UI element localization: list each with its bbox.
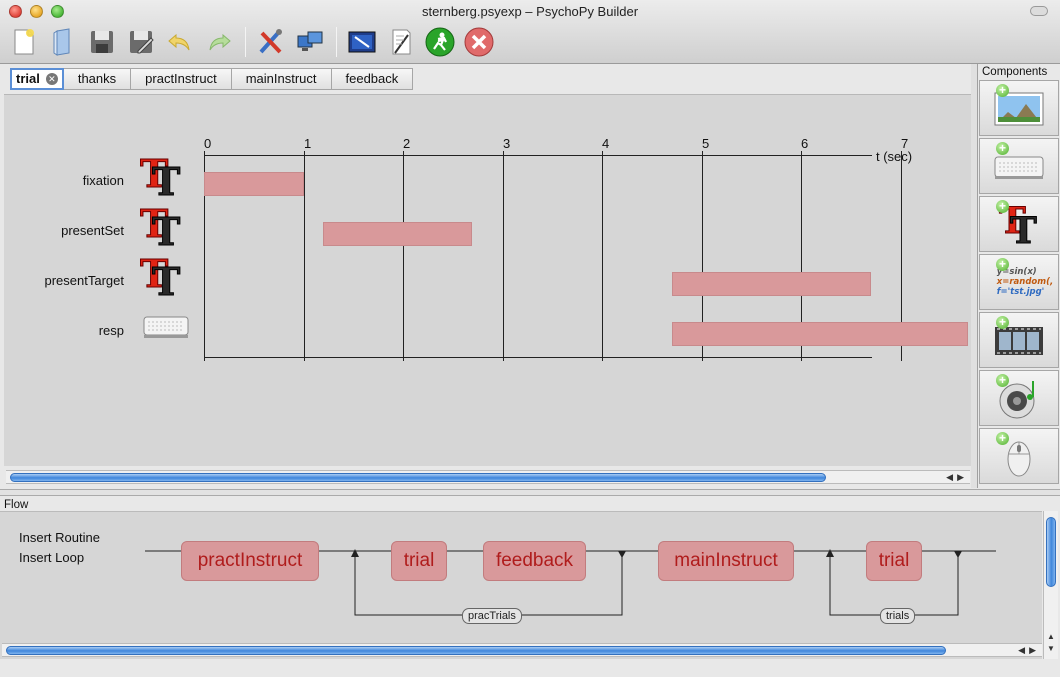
scrollbar-thumb[interactable]	[10, 473, 826, 482]
flow-horizontal-scrollbar[interactable]: ◀▶	[2, 643, 1042, 657]
component-name-resp[interactable]: resp	[4, 323, 124, 338]
loop-label-practrials[interactable]: pracTrials	[462, 608, 522, 624]
flow-routine-maininstruct[interactable]: mainInstruct	[658, 541, 794, 581]
plus-icon: +	[996, 200, 1009, 213]
tab-trial[interactable]: trial ✕	[10, 68, 64, 90]
routine-timeline[interactable]: t (sec) fixation TT presentSet TT presen…	[4, 94, 972, 466]
loop-label-trials[interactable]: trials	[880, 608, 916, 624]
svg-text:T: T	[152, 159, 180, 201]
close-tab-icon[interactable]: ✕	[45, 73, 58, 85]
add-text-component-button[interactable]: + TT	[979, 196, 1059, 252]
time-tick-label: 6	[801, 136, 809, 151]
run-icon[interactable]	[424, 26, 456, 58]
toolbar-separator	[336, 27, 337, 57]
preferences-icon[interactable]	[255, 26, 287, 58]
time-tick-label: 0	[204, 136, 212, 151]
flow-lines	[145, 549, 996, 616]
routine-editor: trial ✕ thanks practInstruct mainInstruc…	[4, 66, 972, 487]
tab-maininstruct[interactable]: mainInstruct	[231, 68, 332, 90]
plus-icon: +	[996, 84, 1009, 97]
toolbar-toggle-button[interactable]	[1030, 6, 1048, 16]
keyboard-component-icon[interactable]	[142, 311, 190, 359]
flow-vertical-scrollbar[interactable]: ▲ ▼	[1043, 511, 1058, 659]
code-line: f='tst.jpg'	[996, 287, 1045, 297]
time-grid-line	[503, 151, 504, 361]
window-chrome: sternberg.psyexp – PsychoPy Builder	[0, 0, 1060, 64]
text-component-icon[interactable]: TT	[140, 251, 188, 305]
plus-icon: +	[996, 258, 1009, 271]
flow-routine-feedback[interactable]: feedback	[483, 541, 586, 581]
components-panel-title: Components	[982, 66, 1048, 78]
add-mouse-component-button[interactable]: +	[979, 428, 1059, 484]
tab-label: trial	[16, 71, 40, 86]
tab-practinstruct[interactable]: practInstruct	[131, 68, 232, 90]
window-title: sternberg.psyexp – PsychoPy Builder	[421, 4, 639, 19]
svg-text:T: T	[152, 259, 180, 301]
time-tick-label: 2	[403, 136, 411, 151]
routine-tabs: trial ✕ thanks practInstruct mainInstruc…	[10, 68, 414, 90]
tab-feedback[interactable]: feedback	[331, 68, 414, 90]
component-bar-resp[interactable]	[672, 322, 968, 346]
component-bar-presentset[interactable]	[323, 222, 472, 246]
text-component-icon[interactable]: TT	[140, 201, 188, 255]
component-name-presenttarget[interactable]: presentTarget	[4, 273, 125, 288]
save-as-icon[interactable]	[125, 26, 157, 58]
text-component-icon[interactable]: TT	[140, 151, 188, 205]
add-image-component-button[interactable]: +	[979, 80, 1059, 136]
component-name-presentset[interactable]: presentSet	[4, 223, 124, 238]
components-panel: Components + + + TT + y=sin(x) x=random(…	[977, 64, 1060, 488]
add-code-component-button[interactable]: + y=sin(x) x=random(, f='tst.jpg'	[979, 254, 1059, 310]
pane-divider[interactable]	[0, 489, 1060, 496]
flow-canvas[interactable]: Insert Routine Insert Loop practInstruct…	[0, 511, 1042, 659]
toolbar-separator	[245, 27, 246, 57]
new-file-icon[interactable]	[8, 26, 40, 58]
svg-text:T: T	[152, 209, 180, 251]
time-grid-line	[403, 151, 404, 361]
scroll-arrows-icon[interactable]: ▲ ▼	[1047, 631, 1055, 655]
toolbar	[8, 24, 502, 60]
svg-text:T: T	[1010, 210, 1037, 247]
tab-thanks[interactable]: thanks	[63, 68, 132, 90]
flow-routine-practinstruct[interactable]: practInstruct	[181, 541, 319, 581]
time-tick-label: 4	[602, 136, 610, 151]
redo-icon[interactable]	[203, 26, 235, 58]
time-tick-label: 7	[901, 136, 909, 151]
scrollbar-thumb[interactable]	[1046, 517, 1056, 587]
monitor-center-icon[interactable]	[294, 26, 326, 58]
add-movie-component-button[interactable]: +	[979, 312, 1059, 368]
plus-icon: +	[996, 316, 1009, 329]
plus-icon: +	[996, 142, 1009, 155]
open-file-icon[interactable]	[47, 26, 79, 58]
time-grid-line	[602, 151, 603, 361]
time-tick-label: 5	[702, 136, 710, 151]
experiment-settings-icon[interactable]	[346, 26, 378, 58]
component-bar-presenttarget[interactable]	[672, 272, 871, 296]
scrollbar-thumb[interactable]	[6, 646, 946, 655]
component-name-fixation[interactable]: fixation	[4, 173, 124, 188]
compile-script-icon[interactable]	[385, 26, 417, 58]
add-keyboard-component-button[interactable]: +	[979, 138, 1059, 194]
timeline-horizontal-scrollbar[interactable]: ◀▶	[6, 470, 970, 484]
flow-routine-trial[interactable]: trial	[866, 541, 922, 581]
plus-icon: +	[996, 432, 1009, 445]
time-axis-label: t (sec)	[876, 149, 913, 164]
stop-icon[interactable]	[463, 26, 495, 58]
flow-panel-title: Flow	[4, 499, 29, 511]
plus-icon: +	[996, 374, 1009, 387]
add-sound-component-button[interactable]: +	[979, 370, 1059, 426]
scroll-arrows-icon[interactable]: ◀▶	[946, 471, 968, 483]
component-bar-fixation[interactable]	[204, 172, 304, 196]
undo-icon[interactable]	[164, 26, 196, 58]
code-line: x=random(,	[996, 277, 1054, 287]
flow-routine-trial[interactable]: trial	[391, 541, 447, 581]
time-tick-label: 3	[503, 136, 511, 151]
code-component-icon: y=sin(x) x=random(, f='tst.jpg'	[997, 267, 1053, 297]
time-grid-line	[304, 151, 305, 361]
scroll-arrows-icon[interactable]: ◀▶	[1018, 644, 1040, 656]
save-icon[interactable]	[86, 26, 118, 58]
flow-panel: Flow Insert Routine Insert Loop practIns…	[0, 496, 1060, 677]
time-tick-label: 1	[304, 136, 312, 151]
